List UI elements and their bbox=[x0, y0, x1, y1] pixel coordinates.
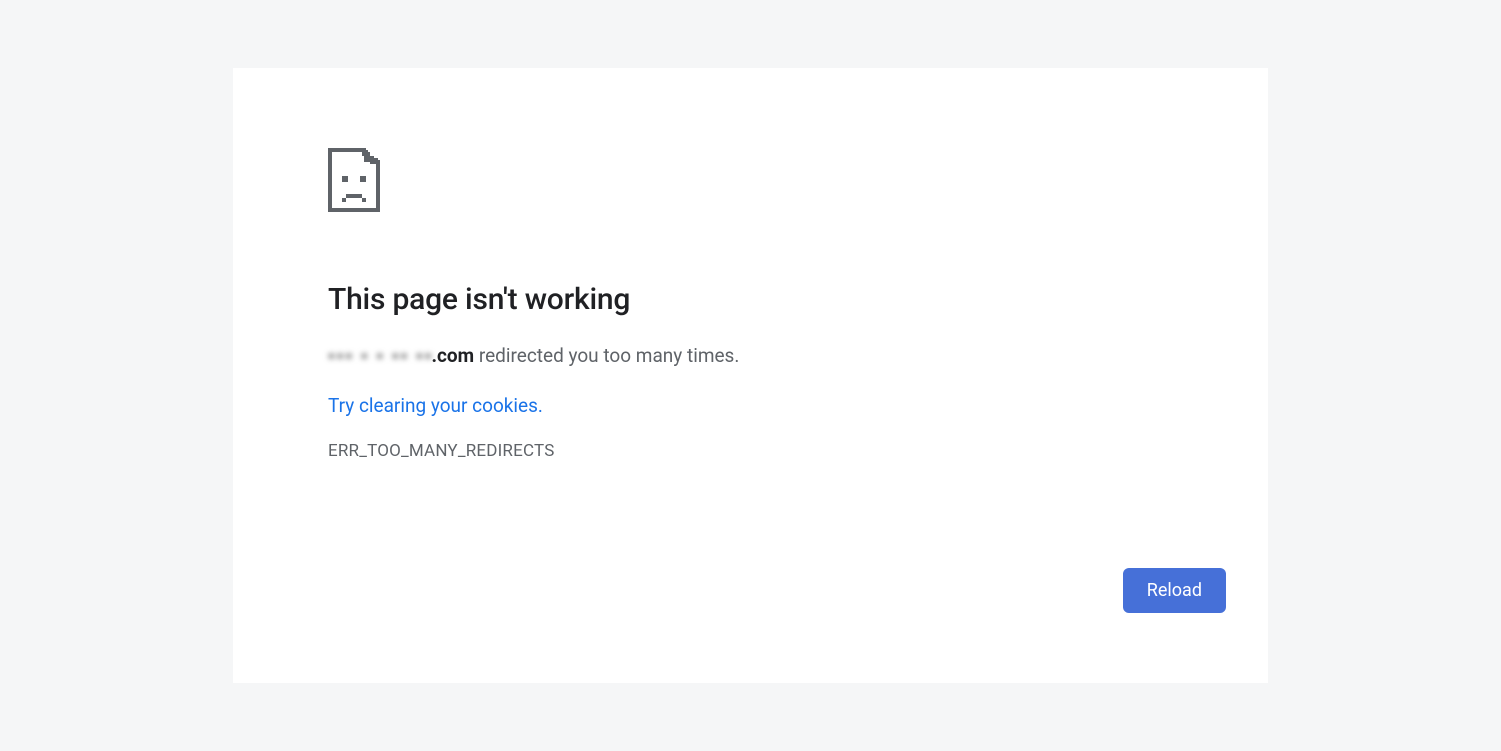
clear-cookies-link[interactable]: Try clearing your cookies bbox=[328, 394, 538, 417]
broken-page-icon bbox=[328, 148, 1173, 212]
error-code: ERR_TOO_MANY_REDIRECTS bbox=[328, 441, 1173, 461]
reload-button[interactable]: Reload bbox=[1123, 568, 1226, 613]
error-message: ▪▪▪ ▪ ▪ ▪▪ ▪▪.com redirected you too man… bbox=[328, 343, 1173, 370]
button-row: Reload bbox=[1123, 568, 1226, 613]
suggestion-dot: . bbox=[538, 394, 543, 417]
redirect-text: redirected you too many times. bbox=[474, 344, 739, 367]
suggestion-line: Try clearing your cookies. bbox=[328, 394, 1173, 417]
host-suffix: .com bbox=[432, 344, 475, 367]
error-panel: This page isn't working ▪▪▪ ▪ ▪ ▪▪ ▪▪.co… bbox=[233, 68, 1268, 683]
error-heading: This page isn't working bbox=[328, 282, 1173, 317]
host-obscured: ▪▪▪ ▪ ▪ ▪▪ ▪▪ bbox=[328, 343, 434, 370]
